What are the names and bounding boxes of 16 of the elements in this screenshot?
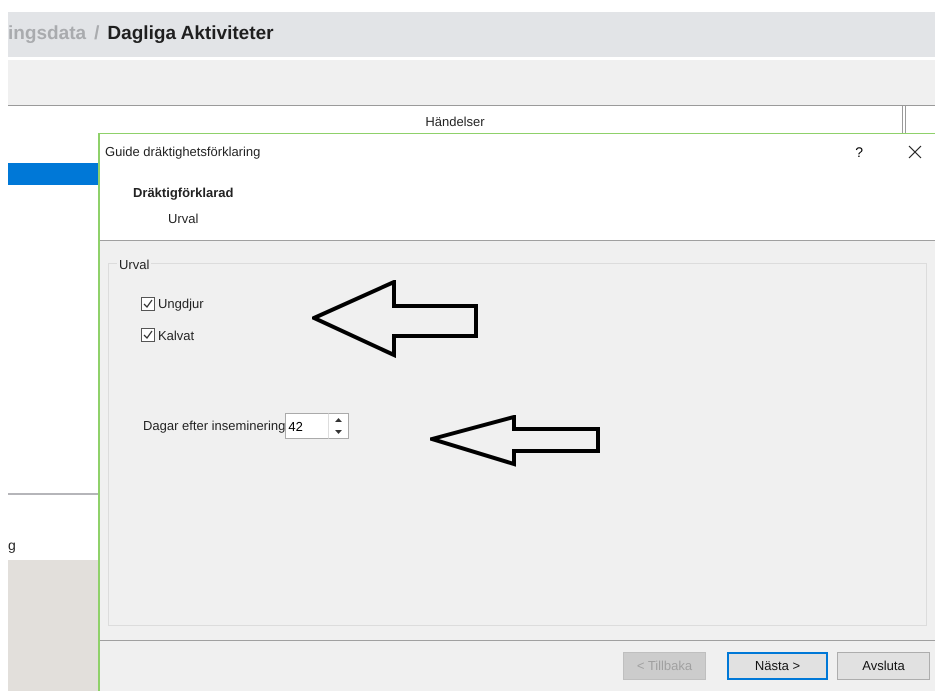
help-button[interactable]: ? (855, 142, 863, 162)
wizard-subheading: Urval (168, 210, 200, 228)
number-field[interactable]: 42 (285, 413, 328, 439)
field-label: Dagar efter inseminering (143, 417, 286, 436)
wizard-button[interactable]: Nästa > (727, 652, 828, 680)
breadcrumb-separator: / (94, 22, 100, 46)
row-text: g (8, 536, 17, 555)
checkbox[interactable] (141, 328, 155, 342)
dialog-title: Guide dräktighetsförklaring (105, 143, 262, 162)
checkbox[interactable] (141, 296, 155, 311)
close-button[interactable] (907, 144, 923, 160)
wizard-heading: Dräktigförklarad (133, 184, 234, 202)
page-title: Dagliga Aktiviteter (107, 22, 274, 46)
checkbox-label[interactable]: Ungdjur (158, 294, 204, 314)
checkbox-label[interactable]: Kalvat (158, 326, 194, 345)
wizard-button[interactable]: Avsluta (837, 652, 930, 680)
